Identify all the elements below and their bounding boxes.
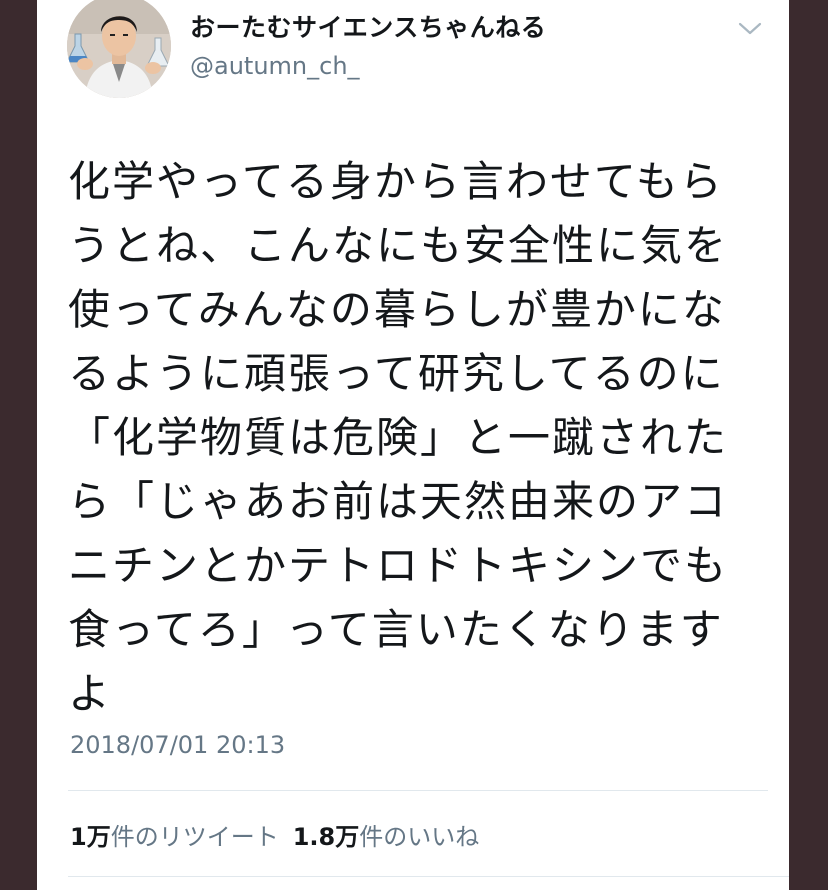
like-unit: 万 <box>335 823 360 851</box>
retweet-stat[interactable]: 1万件のリツイート <box>70 823 279 851</box>
retweet-label: 件のリツイート <box>110 823 279 851</box>
retweet-count: 1 <box>70 823 87 851</box>
tweet-card: おーたむサイエンスちゃんねる @autumn_ch_ 化学やってる身から言わせて… <box>37 0 789 890</box>
avatar[interactable] <box>67 0 171 98</box>
tweet-text: 化学やってる身から言わせてもら うとね、こんなにも安全性に気を 使ってみんなの暮… <box>68 157 729 718</box>
like-stat[interactable]: 1.8万件のいいね <box>293 823 480 851</box>
user-handle[interactable]: @autumn_ch_ <box>190 52 360 80</box>
retweet-unit: 万 <box>86 823 111 851</box>
divider <box>68 876 789 877</box>
display-name[interactable]: おーたむサイエンスちゃんねる <box>190 8 546 44</box>
tweet-timestamp[interactable]: 2018/07/01 20:13 <box>70 731 285 759</box>
like-label: 件のいいね <box>359 823 480 851</box>
tweet-stats: 1万件のリツイート 1.8万件のいいね <box>70 817 479 852</box>
like-count: 1.8 <box>292 823 336 851</box>
divider <box>68 790 768 791</box>
user-avatar-photo <box>67 0 171 98</box>
chevron-down-icon[interactable] <box>737 20 763 38</box>
